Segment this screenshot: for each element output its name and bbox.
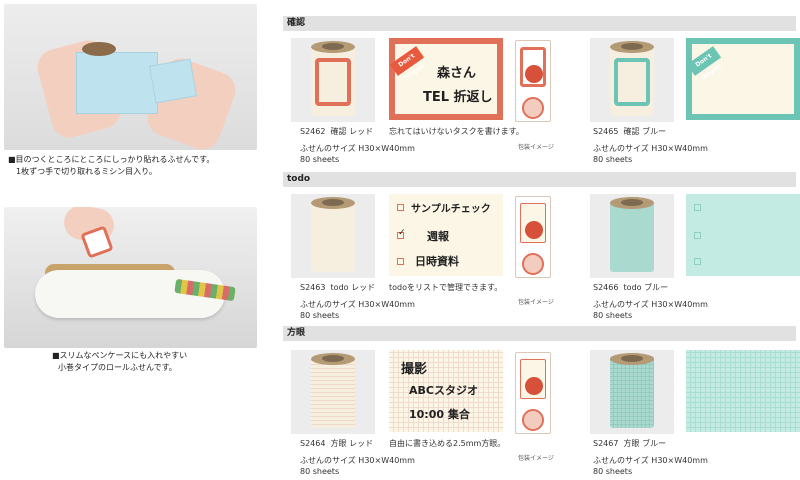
todo-item-1: サンプルチェック — [411, 204, 491, 215]
roll-core — [621, 43, 643, 50]
roll-core — [322, 355, 344, 362]
caption-pen-case: ■スリムなペンケースにも入れやすい 小巻タイプのロールふせんです。 — [52, 351, 188, 372]
tape-roll — [82, 42, 116, 56]
dont-forget-badge: Don't forget! — [389, 46, 426, 82]
photo-hand-peeling — [4, 4, 257, 150]
roll-core — [322, 43, 344, 50]
checkbox-icon — [694, 258, 701, 265]
pkg-label-grid: 包装イメージ — [518, 455, 554, 462]
sample-sheet-todo: サンプルチェック ✓ 週報 日時資料 — [389, 194, 503, 276]
desc-confirm: 忘れてはいけないタスクを書けます。 — [389, 127, 524, 136]
product-roll-s2467 — [590, 350, 674, 434]
product-name-s2463: S2463 todo レッド — [300, 283, 376, 292]
product-roll-s2464 — [291, 350, 375, 434]
product-size-s2466: ふせんのサイズ H30×W40mm — [593, 300, 708, 309]
section-header-grid: 方眼 — [283, 326, 796, 341]
roll-body — [311, 200, 355, 272]
checkbox-icon — [694, 204, 701, 211]
sample-handwriting-2: TEL 折返し — [423, 90, 493, 105]
sample-handwriting-1: 撮影 — [401, 362, 428, 377]
pkg-circle — [525, 377, 543, 395]
pkg-label-todo: 包装イメージ — [518, 299, 554, 306]
pkg-roll — [522, 409, 544, 431]
product-size-s2467: ふせんのサイズ H30×W40mm — [593, 456, 708, 465]
product-count-s2465: 80 sheets — [593, 155, 633, 164]
product-roll-s2463 — [291, 194, 375, 278]
sample-handwriting-2: ABCスタジオ — [409, 384, 478, 397]
todo-item-3: 日時資料 — [415, 255, 459, 268]
roll-body — [311, 356, 355, 428]
roll-body — [610, 356, 654, 428]
sample-sheet-todo-blue — [686, 194, 800, 276]
product-name-s2466: S2466 todo ブルー — [593, 283, 669, 292]
product-name-s2464: S2464 方眼 レッド — [300, 439, 374, 448]
product-size-s2463: ふせんのサイズ H30×W40mm — [300, 300, 415, 309]
sample-sheet-grid-blue — [686, 350, 800, 432]
roll-core — [322, 199, 344, 206]
product-name-s2462: S2462 確認 レッド — [300, 127, 374, 136]
caption-perforation: ■目のつくところにところにしっかり貼れるふせんです。 1枚ずつ手で切り取れるミシ… — [8, 155, 215, 176]
product-name-s2467: S2467 方眼 ブルー — [593, 439, 667, 448]
section-header-todo: todo — [283, 172, 796, 187]
package-image-confirm — [515, 40, 551, 122]
roll-core — [621, 355, 643, 362]
product-count-s2467: 80 sheets — [593, 467, 633, 476]
product-count-s2462: 80 sheets — [300, 155, 340, 164]
sample-sheet-grid: 撮影 ABCスタジオ 10:00 集合 — [389, 350, 503, 432]
section-header-confirm: 確認 — [283, 16, 796, 31]
product-count-s2463: 80 sheets — [300, 311, 340, 320]
todo-item-2: 週報 — [427, 230, 449, 243]
pkg-circle — [525, 65, 543, 83]
checkbox-icon — [397, 258, 404, 265]
product-size-s2465: ふせんのサイズ H30×W40mm — [593, 144, 708, 153]
sample-sheet-confirm-red: Don't forget! 森さん TEL 折返し — [389, 38, 503, 120]
sample-sheet-confirm-blue: Don't forget! — [686, 38, 800, 120]
package-image-grid — [515, 352, 551, 434]
sample-handwriting-3: 10:00 集合 — [409, 408, 470, 421]
package-image-todo — [515, 196, 551, 278]
blue-sticky-note-torn — [149, 58, 197, 104]
product-name-s2465: S2465 確認 ブルー — [593, 127, 667, 136]
desc-grid: 自由に書き込める2.5mm方眼。 — [389, 439, 506, 448]
desc-todo: todoをリストで管理できます。 — [389, 283, 503, 292]
check-mark-icon: ✓ — [398, 228, 406, 238]
blue-sticky-note — [76, 52, 158, 114]
product-count-s2464: 80 sheets — [300, 467, 340, 476]
sample-handwriting-1: 森さん — [437, 66, 477, 81]
pkg-circle — [525, 221, 543, 239]
dont-forget-badge: Don't forget! — [686, 46, 723, 82]
roll-core — [621, 199, 643, 206]
checkbox-icon — [397, 204, 404, 211]
product-roll-s2462 — [291, 38, 375, 122]
roll-body — [610, 200, 654, 272]
checkbox-icon — [694, 232, 701, 239]
product-roll-s2466 — [590, 194, 674, 278]
product-count-s2466: 80 sheets — [593, 311, 633, 320]
product-size-s2462: ふせんのサイズ H30×W40mm — [300, 144, 415, 153]
roll-label-blue — [614, 58, 650, 106]
pkg-label-confirm: 包装イメージ — [518, 144, 554, 151]
product-size-s2464: ふせんのサイズ H30×W40mm — [300, 456, 415, 465]
product-roll-s2465 — [590, 38, 674, 122]
pkg-roll — [522, 97, 544, 119]
pkg-roll — [522, 253, 544, 275]
roll-label-red — [315, 58, 351, 106]
